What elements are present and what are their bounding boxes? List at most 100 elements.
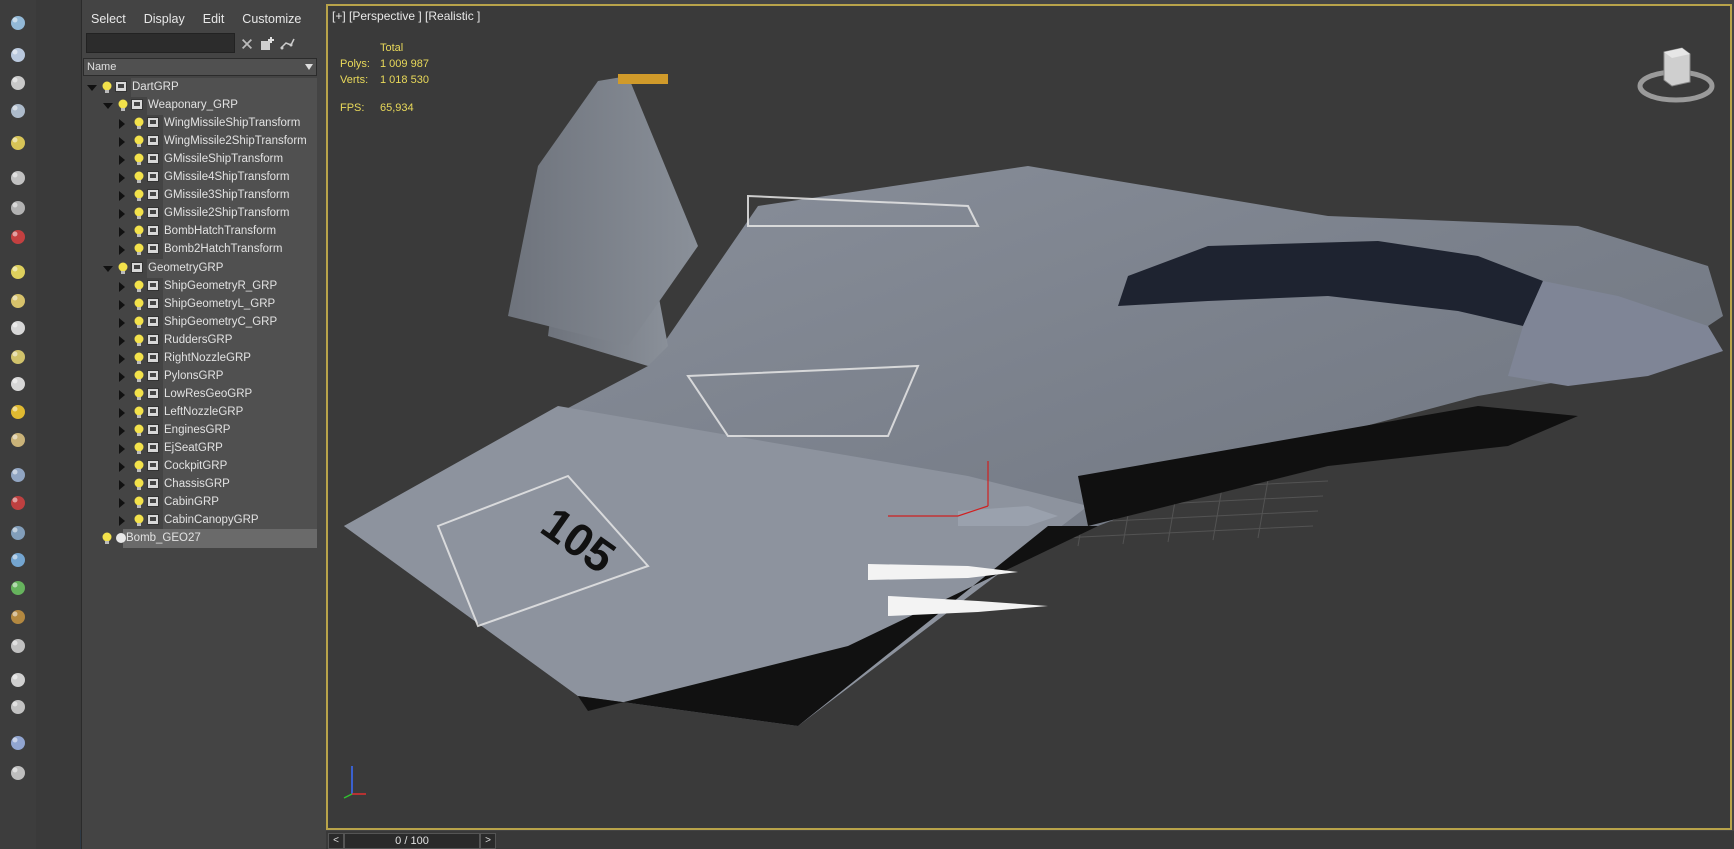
- menu-display[interactable]: Display: [135, 8, 194, 30]
- teapot-icon[interactable]: [5, 344, 31, 370]
- visibility-bulb-icon[interactable]: [133, 388, 145, 401]
- visibility-bulb-icon[interactable]: [133, 207, 145, 220]
- expand-arrow-icon[interactable]: [119, 498, 125, 509]
- help-icon[interactable]: [5, 760, 31, 786]
- molecule-icon[interactable]: [5, 490, 31, 516]
- visibility-bulb-icon[interactable]: [133, 171, 145, 184]
- scene-states-icon[interactable]: [5, 730, 31, 756]
- tree-row[interactable]: DartGRP: [83, 78, 317, 97]
- visibility-bulb-icon[interactable]: [133, 189, 145, 202]
- tree-row[interactable]: ShipGeometryC_GRP: [83, 312, 317, 332]
- tree-row[interactable]: RuddersGRP: [83, 330, 317, 350]
- visibility-bulb-icon[interactable]: [133, 496, 145, 509]
- collapse-arrow-icon[interactable]: [87, 85, 97, 91]
- name-column-header[interactable]: Name: [83, 58, 317, 76]
- expand-arrow-icon[interactable]: [119, 299, 125, 310]
- visibility-bulb-icon[interactable]: [133, 135, 145, 148]
- visibility-bulb-icon[interactable]: [133, 478, 145, 491]
- bone-icon[interactable]: [5, 520, 31, 546]
- menu-customize[interactable]: Customize: [233, 8, 310, 30]
- expand-arrow-icon[interactable]: [119, 191, 125, 202]
- expand-arrow-icon[interactable]: [119, 516, 125, 527]
- visibility-bulb-icon[interactable]: [133, 153, 145, 166]
- tree-row[interactable]: BombHatchTransform: [83, 222, 317, 242]
- visibility-bulb-icon[interactable]: [133, 225, 145, 238]
- sun-icon[interactable]: [5, 399, 31, 425]
- visibility-bulb-icon[interactable]: [133, 298, 145, 311]
- plane-icon[interactable]: [5, 259, 31, 285]
- visibility-bulb-icon[interactable]: [101, 81, 113, 94]
- gear-icon[interactable]: [5, 547, 31, 573]
- expand-arrow-icon[interactable]: [119, 245, 125, 256]
- tree-row[interactable]: PylonsGRP: [83, 366, 317, 386]
- cone-icon[interactable]: [5, 371, 31, 397]
- tree-row[interactable]: WingMissile2ShipTransform: [83, 132, 317, 152]
- tree-row[interactable]: LeftNozzleGRP: [83, 402, 317, 422]
- sphere-icon[interactable]: [5, 427, 31, 453]
- expand-arrow-icon[interactable]: [119, 137, 125, 148]
- expand-arrow-icon[interactable]: [119, 155, 125, 166]
- grass-icon[interactable]: [5, 575, 31, 601]
- expand-arrow-icon[interactable]: [119, 317, 125, 328]
- time-slider[interactable]: 0 / 100: [344, 833, 480, 849]
- ox-icon[interactable]: [5, 633, 31, 659]
- visibility-bulb-icon[interactable]: [133, 280, 145, 293]
- perspective-viewport[interactable]: 105 [+] [Perspective ] [Realistic ] Tota…: [326, 4, 1732, 830]
- menu-select[interactable]: Select: [82, 8, 135, 30]
- expand-arrow-icon[interactable]: [119, 227, 125, 238]
- add-to-selection-icon[interactable]: [258, 35, 276, 53]
- particles-icon[interactable]: [5, 462, 31, 488]
- render-frame-icon[interactable]: [5, 42, 31, 68]
- visibility-bulb-icon[interactable]: [133, 406, 145, 419]
- visibility-bulb-icon[interactable]: [133, 117, 145, 130]
- visibility-bulb-icon[interactable]: [133, 460, 145, 473]
- previous-frame-button[interactable]: <: [328, 833, 344, 849]
- teapot-icon[interactable]: [5, 10, 31, 36]
- expand-arrow-icon[interactable]: [119, 407, 125, 418]
- expand-arrow-icon[interactable]: [119, 480, 125, 491]
- visibility-bulb-icon[interactable]: [133, 334, 145, 347]
- camera-icon[interactable]: [5, 165, 31, 191]
- viewport-camera-icon[interactable]: [5, 224, 31, 250]
- visibility-bulb-icon[interactable]: [117, 99, 129, 112]
- material-editor-icon[interactable]: [5, 98, 31, 124]
- expand-arrow-icon[interactable]: [119, 335, 125, 346]
- hierarchy-icon[interactable]: [278, 35, 296, 53]
- tree-row[interactable]: WingMissileShipTransform: [83, 114, 317, 134]
- visibility-bulb-icon[interactable]: [133, 370, 145, 383]
- tree-row[interactable]: Bomb2HatchTransform: [83, 240, 317, 260]
- tree-row[interactable]: GMissileShipTransform: [83, 150, 317, 170]
- next-frame-button[interactable]: >: [480, 833, 496, 849]
- visibility-bulb-icon[interactable]: [133, 424, 145, 437]
- tree-row[interactable]: ShipGeometryL_GRP: [83, 294, 317, 314]
- expand-arrow-icon[interactable]: [119, 444, 125, 454]
- collapse-arrow-icon[interactable]: [103, 265, 113, 272]
- expand-arrow-icon[interactable]: [119, 425, 125, 436]
- circle-icon[interactable]: [5, 315, 31, 341]
- expand-arrow-icon[interactable]: [119, 389, 125, 400]
- expand-arrow-icon[interactable]: [119, 119, 125, 130]
- sort-arrow-icon[interactable]: [305, 64, 313, 70]
- compose-icon[interactable]: [5, 694, 31, 720]
- tree-row[interactable]: CockpitGRP: [83, 457, 317, 477]
- tree-row[interactable]: LowResGeoGRP: [83, 384, 317, 404]
- viewport-label[interactable]: [+] [Perspective ] [Realistic ]: [332, 9, 480, 23]
- visibility-bulb-icon[interactable]: [133, 352, 145, 365]
- light-lister-icon[interactable]: [5, 130, 31, 156]
- tree-row[interactable]: EnginesGRP: [83, 420, 317, 440]
- clear-icon[interactable]: [238, 35, 256, 53]
- half-sphere-icon[interactable]: [5, 195, 31, 221]
- visibility-bulb-icon[interactable]: [101, 532, 113, 545]
- hair-fur-icon[interactable]: [5, 604, 31, 630]
- visibility-bulb-icon[interactable]: [133, 442, 145, 455]
- find-input[interactable]: [86, 33, 235, 53]
- dome-icon[interactable]: [5, 288, 31, 314]
- visibility-bulb-icon[interactable]: [133, 316, 145, 329]
- expand-arrow-icon[interactable]: [119, 353, 125, 364]
- tree-row[interactable]: RightNozzleGRP: [83, 348, 317, 368]
- expand-arrow-icon[interactable]: [119, 173, 125, 184]
- expand-arrow-icon[interactable]: [119, 209, 125, 220]
- tree-row[interactable]: CabinCanopyGRP: [83, 511, 317, 531]
- tree-row[interactable]: Bomb_GEO27: [83, 529, 317, 549]
- visibility-bulb-icon[interactable]: [117, 262, 129, 275]
